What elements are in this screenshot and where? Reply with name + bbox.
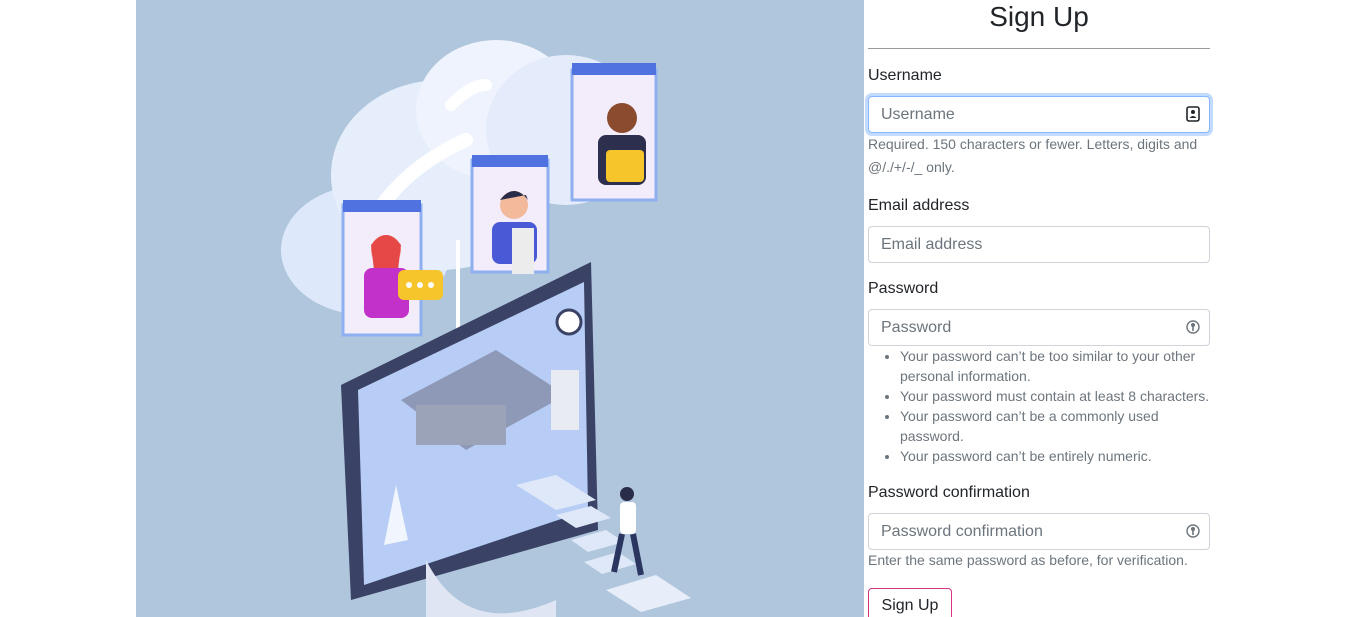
email-field-wrap [868, 226, 1210, 263]
password-key-icon[interactable] [1186, 319, 1200, 335]
username-input[interactable] [868, 96, 1210, 133]
person-window-middle [470, 155, 550, 274]
email-label: Email address [868, 197, 970, 214]
list-item: Your password can’t be a commonly used p… [900, 406, 1210, 446]
page-title: Sign Up [868, 0, 1210, 49]
password-input[interactable] [868, 309, 1210, 346]
password-label: Password [868, 280, 939, 297]
password-field-wrap [868, 309, 1210, 346]
person-window-right [570, 63, 658, 202]
list-item: Your password can’t be too similar to yo… [900, 346, 1210, 386]
list-item: Your password can’t be entirely numeric. [900, 446, 1210, 466]
password-confirmation-field-wrap [868, 513, 1210, 550]
contact-card-icon[interactable] [1186, 106, 1200, 122]
password-confirmation-help-text: Enter the same password as before, for v… [868, 552, 1188, 568]
username-label: Username [868, 67, 942, 84]
password-key-icon[interactable] [1186, 523, 1200, 539]
password-confirmation-input[interactable] [868, 513, 1210, 550]
signup-illustration [136, 0, 864, 617]
sign-up-button[interactable]: Sign Up [868, 588, 952, 617]
username-help-text: Required. 150 characters or fewer. Lette… [868, 136, 1198, 175]
signup-form: Sign Up Username Required. 150 character… [868, 0, 1210, 617]
list-item: Your password must contain at least 8 ch… [900, 386, 1210, 406]
password-rules-list: Your password can’t be too similar to yo… [868, 346, 1210, 466]
password-confirmation-label: Password confirmation [868, 484, 1030, 501]
username-field-wrap [868, 96, 1210, 133]
email-input[interactable] [868, 226, 1210, 263]
